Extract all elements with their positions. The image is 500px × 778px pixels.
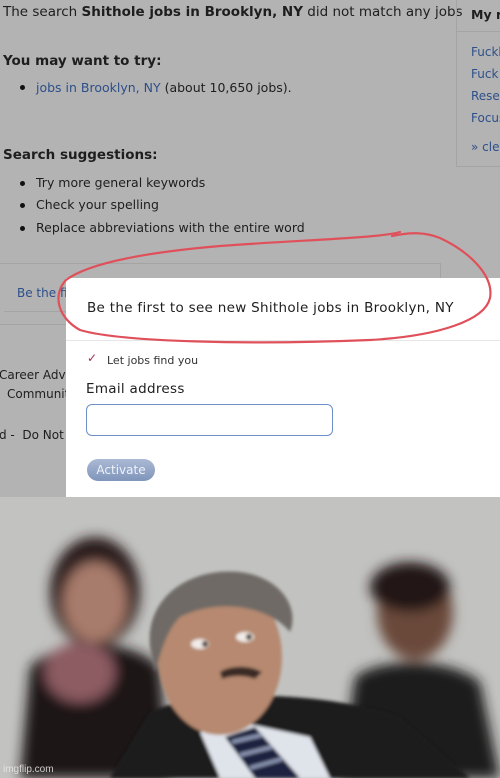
suggestion-item: Check your spelling xyxy=(36,197,159,212)
jobs-in-brooklyn-link[interactable]: jobs in Brooklyn, NY xyxy=(36,80,161,95)
suggestion-item: Try more general keywords xyxy=(36,175,206,190)
search-query: Shithole jobs in Brooklyn, NY xyxy=(81,4,303,20)
recent-search-link[interactable]: Fuck y xyxy=(471,67,500,81)
footer-career-advice-link[interactable]: Career Advic xyxy=(0,368,76,382)
recent-search-link[interactable]: Resea xyxy=(471,89,500,103)
no-match-suffix: did not match any jobs xyxy=(303,4,463,20)
job-alert-link[interactable]: Be the fi xyxy=(17,286,68,300)
clear-searches-link[interactable]: » clea xyxy=(471,140,500,154)
let-jobs-find-you-label[interactable]: Let jobs find you xyxy=(107,354,198,367)
photo-illustration xyxy=(0,497,500,778)
bullet-icon xyxy=(20,203,25,208)
reaction-photo: imgflip.com xyxy=(0,497,500,778)
no-match-message: The search Shithole jobs in Brooklyn, NY… xyxy=(3,4,463,20)
suggestions-heading: Search suggestions: xyxy=(3,147,158,163)
try-heading: You may want to try: xyxy=(3,53,162,69)
job-search-page: The search Shithole jobs in Brooklyn, NY… xyxy=(0,0,500,497)
divider xyxy=(4,311,66,312)
job-count-note: (about 10,650 jobs). xyxy=(160,80,292,95)
email-input[interactable] xyxy=(86,404,333,436)
recent-search-link[interactable]: Fuckh xyxy=(471,45,500,59)
job-alert-modal: Be the first to see new Shithole jobs in… xyxy=(66,278,500,497)
modal-title: Be the first to see new Shithole jobs in… xyxy=(87,300,454,316)
try-item: jobs in Brooklyn, NY (about 10,650 jobs)… xyxy=(36,80,292,95)
recent-searches-panel: My re Fuckh Fuck y Resea Focus » clea xyxy=(456,0,500,167)
imgflip-watermark: imgflip.com xyxy=(3,764,54,775)
no-match-prefix: The search xyxy=(3,4,82,20)
activate-button[interactable]: Activate xyxy=(87,459,155,481)
bullet-icon xyxy=(20,226,25,231)
bullet-icon xyxy=(20,85,25,90)
divider xyxy=(66,340,500,341)
recent-search-link[interactable]: Focus xyxy=(471,111,500,125)
footer-do-not-sell-link[interactable]: d - Do Not xyxy=(0,428,64,442)
bullet-icon xyxy=(20,181,25,186)
recent-searches-title: My re xyxy=(471,7,500,22)
footer-do-not-text: Do Not xyxy=(22,428,64,442)
recent-searches-header: My re xyxy=(457,0,500,32)
checkmark-icon[interactable]: ✓ xyxy=(87,351,97,365)
email-label: Email address xyxy=(86,381,185,397)
footer-separator: d - xyxy=(0,428,15,442)
suggestion-item: Replace abbreviations with the entire wo… xyxy=(36,220,305,235)
footer-community-link[interactable]: Communit xyxy=(7,387,69,401)
